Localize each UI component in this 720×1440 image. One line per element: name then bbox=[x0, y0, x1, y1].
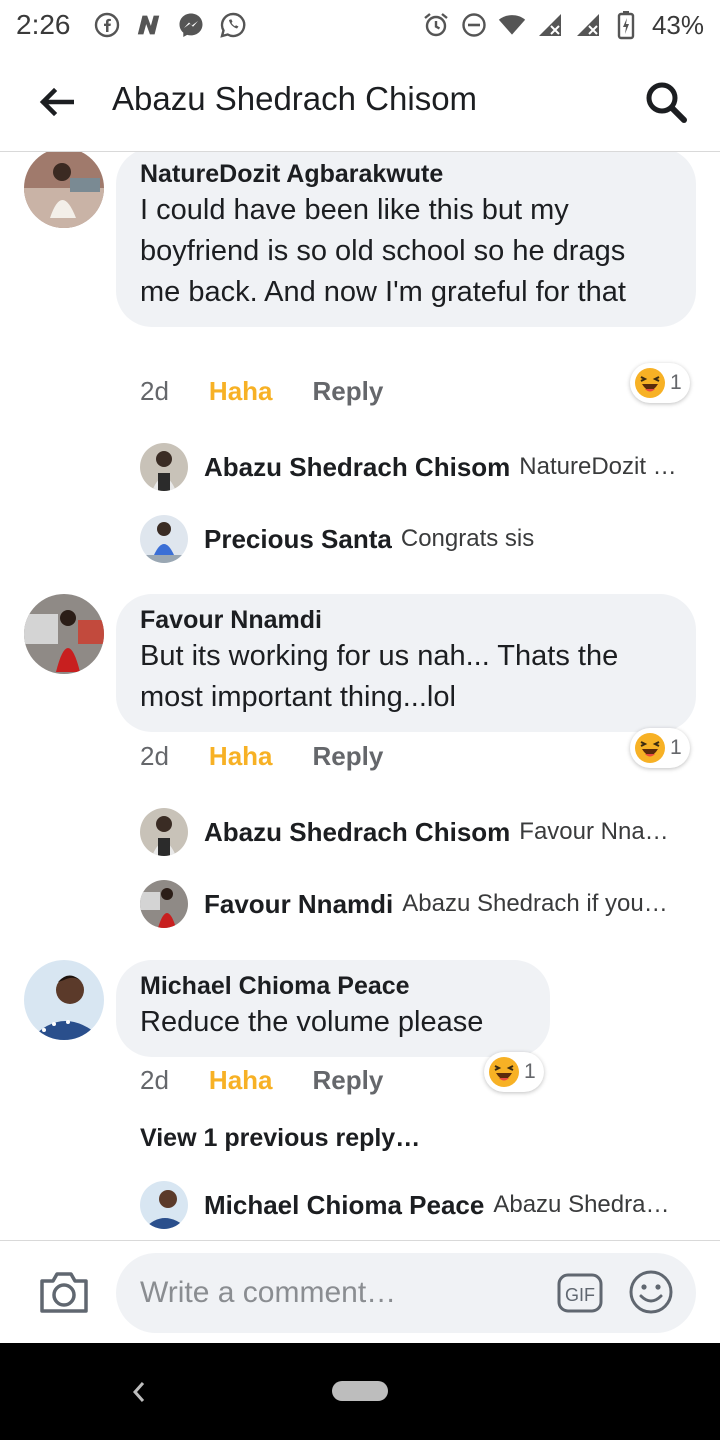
status-bar: 2:26 43% bbox=[0, 0, 720, 50]
system-nav-bar bbox=[0, 1343, 720, 1440]
reply-author: Precious Santa bbox=[204, 523, 392, 554]
reaction-count-badge[interactable]: 1 bbox=[630, 728, 690, 768]
reply-author: Abazu Shedrach Chisom bbox=[204, 816, 511, 847]
avatar[interactable] bbox=[24, 152, 104, 228]
whatsapp-icon bbox=[219, 11, 247, 39]
avatar bbox=[140, 443, 188, 491]
haha-emoji-icon bbox=[635, 368, 665, 398]
comment-text: But its working for us nah... Thats the … bbox=[140, 640, 619, 713]
camera-button[interactable] bbox=[38, 1269, 90, 1315]
reply-author: Abazu Shedrach Chisom bbox=[204, 451, 511, 482]
comment-box: GIF bbox=[116, 1253, 696, 1333]
battery-percent: 43% bbox=[651, 9, 704, 40]
status-time: 2:26 bbox=[16, 9, 71, 40]
reply-item[interactable]: Abazu Shedrach Chisom NatureDozit … bbox=[140, 443, 690, 491]
comment-actions: 2d Haha Reply bbox=[140, 741, 383, 772]
reply-button[interactable]: Reply bbox=[313, 1065, 384, 1096]
comment-input[interactable] bbox=[140, 1276, 530, 1310]
comment-bubble: Michael Chioma Peace Reduce the volume p… bbox=[116, 960, 550, 1057]
search-button[interactable] bbox=[642, 78, 690, 126]
avatar[interactable] bbox=[24, 960, 104, 1040]
nav-back-button[interactable] bbox=[126, 1377, 152, 1407]
avatar bbox=[140, 880, 188, 928]
comment-text: Reduce the volume please bbox=[140, 1006, 484, 1038]
gif-button[interactable]: GIF bbox=[556, 1269, 604, 1317]
comment-bubble: Favour Nnamdi But its working for us nah… bbox=[116, 594, 696, 732]
back-arrow-icon bbox=[39, 87, 74, 117]
reaction-count: 1 bbox=[670, 736, 682, 759]
wifi-icon bbox=[498, 11, 526, 39]
reply-text: Abazu Shedra… bbox=[493, 1191, 670, 1218]
comment-composer: GIF bbox=[0, 1240, 720, 1343]
camera-icon bbox=[40, 1272, 88, 1313]
reply-button[interactable]: Reply bbox=[313, 741, 384, 772]
haha-reaction-button[interactable]: Haha bbox=[209, 376, 273, 407]
chevron-left-icon bbox=[132, 1382, 145, 1402]
n-app-icon bbox=[135, 11, 163, 39]
comment-time: 2d bbox=[140, 376, 169, 406]
reply-text: NatureDozit … bbox=[519, 453, 677, 480]
view-previous-replies-link[interactable]: View 1 previous reply… bbox=[140, 1124, 420, 1153]
comment-text: I could have been like this but my boyfr… bbox=[140, 194, 626, 308]
haha-emoji-icon bbox=[635, 733, 665, 763]
emoji-icon bbox=[629, 1270, 673, 1314]
reply-item[interactable]: Precious Santa Congrats sis bbox=[140, 515, 690, 563]
avatar[interactable] bbox=[24, 594, 104, 674]
app-header: Abazu Shedrach Chisom bbox=[0, 50, 720, 152]
reply-button[interactable]: Reply bbox=[313, 376, 384, 407]
avatar bbox=[140, 1181, 188, 1229]
signal-icon bbox=[574, 11, 602, 39]
emoji-button[interactable] bbox=[628, 1269, 674, 1315]
haha-emoji-icon bbox=[489, 1057, 519, 1087]
messenger-icon bbox=[177, 11, 205, 39]
reply-author: Michael Chioma Peace bbox=[204, 1189, 485, 1220]
comment-bubble: NatureDozit Agbarakwute I could have bee… bbox=[116, 152, 696, 327]
reply-text: Favour Nna… bbox=[519, 818, 669, 845]
comment-author[interactable]: NatureDozit Agbarakwute bbox=[140, 158, 672, 190]
back-button[interactable] bbox=[34, 80, 78, 124]
reaction-count: 1 bbox=[524, 1060, 536, 1083]
reply-text: Congrats sis bbox=[400, 525, 535, 552]
gif-label: GIF bbox=[565, 1285, 595, 1305]
comment-time: 2d bbox=[140, 741, 169, 771]
comment-actions: 2d Haha Reply bbox=[140, 376, 383, 407]
reply-item[interactable]: Michael Chioma Peace Abazu Shedra… bbox=[140, 1181, 690, 1229]
reply-text: Abazu Shedrach if you… bbox=[402, 890, 668, 917]
comment-author[interactable]: Michael Chioma Peace bbox=[140, 970, 526, 1002]
comments-list: NatureDozit Agbarakwute I could have bee… bbox=[0, 152, 720, 1240]
reply-item[interactable]: Abazu Shedrach Chisom Favour Nna… bbox=[140, 808, 690, 856]
reaction-count: 1 bbox=[670, 371, 682, 394]
page-title: Abazu Shedrach Chisom bbox=[112, 80, 478, 117]
reply-author: Favour Nnamdi bbox=[204, 888, 394, 919]
signal-icon bbox=[536, 11, 564, 39]
alarm-icon bbox=[422, 11, 450, 39]
comment-actions: 2d Haha Reply bbox=[140, 1065, 383, 1096]
haha-reaction-button[interactable]: Haha bbox=[209, 1065, 273, 1096]
do-not-disturb-icon bbox=[460, 11, 488, 39]
reply-item[interactable]: Favour Nnamdi Abazu Shedrach if you… bbox=[140, 880, 690, 928]
facebook-icon bbox=[93, 11, 121, 39]
comment-time: 2d bbox=[140, 1065, 169, 1095]
haha-reaction-button[interactable]: Haha bbox=[209, 741, 273, 772]
reaction-count-badge[interactable]: 1 bbox=[630, 363, 690, 403]
battery-charging-icon bbox=[612, 11, 640, 40]
comment-author[interactable]: Favour Nnamdi bbox=[140, 604, 672, 636]
nav-home-button[interactable] bbox=[332, 1381, 388, 1401]
search-icon bbox=[646, 82, 687, 123]
avatar bbox=[140, 808, 188, 856]
reaction-count-badge[interactable]: 1 bbox=[484, 1052, 544, 1092]
avatar bbox=[140, 515, 188, 563]
